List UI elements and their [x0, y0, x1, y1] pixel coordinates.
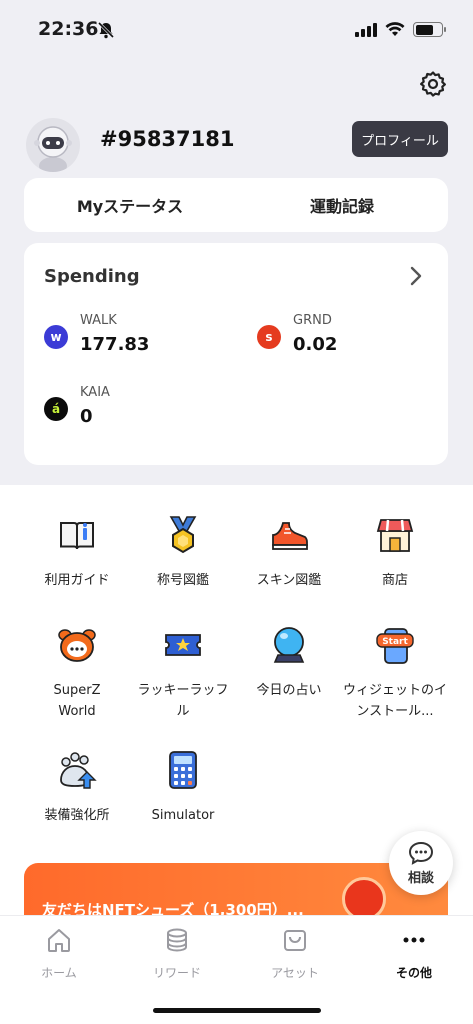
menu-label: 称号図鑑 — [156, 573, 209, 588]
menu-label: 今日の占い — [256, 683, 322, 698]
token-value: 0.02 — [293, 334, 338, 355]
chevron-right-icon[interactable] — [406, 265, 426, 287]
menu-label: 利用ガイド — [44, 573, 110, 588]
menu-label: ウィジェットのインストール... — [343, 683, 447, 719]
token-symbol: WALK — [80, 313, 117, 328]
token-symbol: KAIA — [80, 385, 110, 400]
superz-character-icon — [58, 629, 96, 662]
calculator-icon — [169, 751, 197, 789]
home-indicator — [153, 1008, 321, 1013]
ticket-icon — [165, 634, 201, 656]
token-grnd: s GRND 0.02 — [257, 313, 337, 355]
upgrade-paw-icon — [60, 752, 97, 789]
menu-item-titles[interactable]: 称号図鑑 — [124, 515, 242, 591]
status-bar: 22:36 — [0, 0, 473, 54]
menu-label: 装備強化所 — [44, 808, 110, 823]
cellular-signal-icon — [355, 22, 377, 37]
sneaker-icon — [272, 522, 308, 550]
nav-label: その他 — [395, 966, 432, 980]
avatar[interactable] — [26, 118, 80, 172]
nav-label: リワード — [152, 966, 201, 980]
menu-label: スキン図鑑 — [256, 573, 322, 588]
walk-token-icon: w — [44, 325, 68, 349]
menu-item-equipment-upgrade[interactable]: 装備強化所 — [18, 750, 136, 826]
status-time: 22:36 — [38, 18, 99, 40]
grnd-token-icon: s — [257, 325, 281, 349]
spending-title: Spending — [44, 266, 140, 287]
invite-banner[interactable]: 友だちはNFTシューズ（1,300円）... — [24, 863, 448, 923]
svg-text:Start: Start — [382, 637, 408, 647]
menu-item-superz-world[interactable]: SuperZ World — [18, 625, 136, 722]
nav-assets[interactable]: アセット — [236, 926, 354, 981]
token-value: 0 — [80, 406, 93, 427]
consult-label: 相談 — [407, 870, 434, 886]
battery-icon — [413, 22, 446, 37]
nav-rewards[interactable]: リワード — [118, 926, 236, 981]
bag-icon — [284, 930, 306, 951]
token-walk: w WALK 177.83 — [44, 313, 149, 355]
chat-bubble-icon — [408, 841, 434, 865]
menu-item-lucky-raffle[interactable]: ラッキーラッフル — [124, 625, 242, 722]
medal-icon — [169, 516, 197, 554]
menu-item-skins[interactable]: スキン図鑑 — [230, 515, 348, 591]
wifi-icon — [385, 22, 405, 36]
nav-more[interactable]: その他 — [355, 926, 473, 981]
profile-button[interactable]: プロフィール — [352, 121, 448, 157]
nav-home[interactable]: ホーム — [0, 926, 118, 981]
user-id: #95837181 — [100, 127, 235, 151]
token-kaia: á KAIA 0 — [44, 385, 110, 427]
menu-label: 商店 — [381, 573, 408, 588]
widget-phone-icon: Start — [376, 628, 414, 664]
menu-item-guide[interactable]: 利用ガイド — [18, 515, 136, 591]
shop-icon — [376, 519, 414, 552]
status-tabs: Myステータス 運動記録 — [24, 178, 448, 232]
bell-muted-icon — [97, 21, 115, 39]
kaia-token-icon: á — [44, 397, 68, 421]
tab-exercise-log[interactable]: 運動記録 — [236, 178, 448, 232]
gear-icon[interactable] — [419, 70, 447, 98]
menu-item-simulator[interactable]: Simulator — [124, 750, 242, 826]
menu-item-widget-install[interactable]: Start ウィジェットのインストール... — [336, 625, 454, 722]
menu-label: ラッキーラッフル — [137, 683, 229, 719]
menu-item-shop[interactable]: 商店 — [336, 515, 454, 591]
menu-item-fortune[interactable]: 今日の占い — [230, 625, 348, 701]
tab-my-status[interactable]: Myステータス — [24, 178, 236, 232]
nav-label: ホーム — [41, 966, 77, 980]
menu-label: SuperZ World — [53, 683, 101, 719]
consult-button[interactable]: 相談 — [389, 831, 453, 895]
more-icon — [403, 937, 425, 943]
crystal-ball-icon — [273, 627, 305, 663]
menu-label: Simulator — [151, 808, 215, 823]
robot-avatar-icon — [34, 126, 72, 172]
token-symbol: GRND — [293, 313, 332, 328]
guide-book-icon — [60, 522, 94, 550]
token-value: 177.83 — [80, 334, 150, 355]
home-icon — [48, 929, 70, 952]
spending-card[interactable]: Spending w WALK 177.83 s GRND 0.02 á KAI… — [24, 243, 448, 465]
nav-label: アセット — [271, 966, 319, 980]
coins-icon — [167, 928, 187, 952]
